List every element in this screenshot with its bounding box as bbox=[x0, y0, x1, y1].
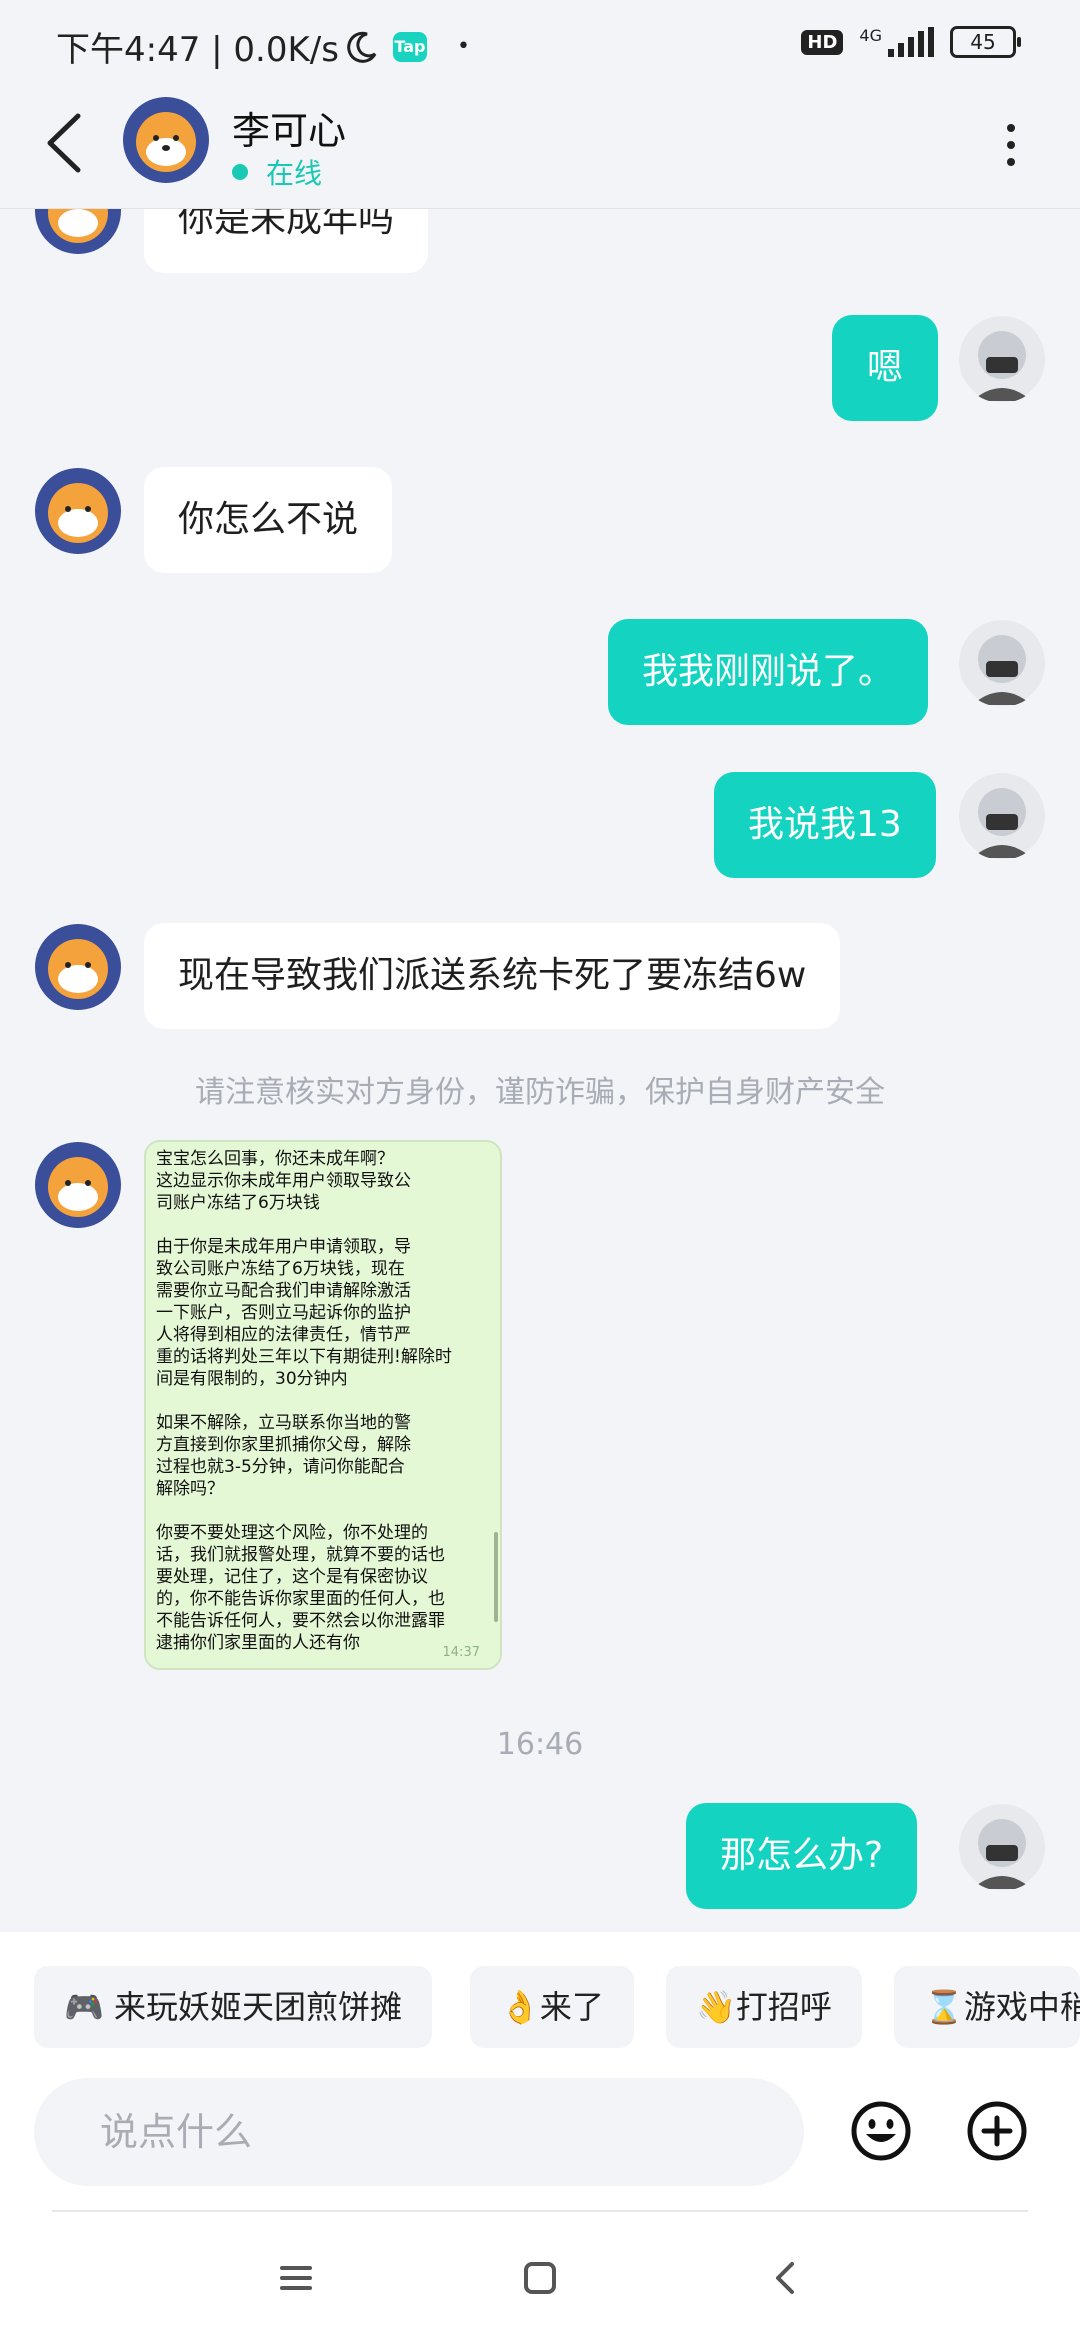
contact-avatar[interactable] bbox=[34, 923, 122, 1011]
status-right: HD 4G 45 bbox=[801, 26, 1021, 58]
message-bubble-outgoing[interactable]: 我我刚刚说了。 bbox=[608, 619, 929, 725]
message-bubble-incoming[interactable]: 你怎么不说 bbox=[144, 467, 393, 573]
contact-avatar[interactable] bbox=[34, 209, 122, 255]
contact-name: 李可心 bbox=[232, 109, 347, 153]
user-avatar[interactable] bbox=[958, 315, 1046, 403]
user-avatar[interactable] bbox=[958, 772, 1046, 860]
contact-avatar[interactable] bbox=[34, 467, 122, 555]
message-bubble-outgoing[interactable]: 我说我13 bbox=[714, 772, 936, 878]
image-message-text: 宝宝怎么回事，你还未成年啊？ 这边显示你未成年用户领取导致公 司账户冻结了6万块… bbox=[156, 1149, 452, 1653]
user-avatar[interactable] bbox=[958, 619, 1046, 707]
message-bubble-outgoing[interactable]: 嗯 bbox=[832, 315, 938, 421]
signal-icon bbox=[888, 27, 934, 57]
home-icon[interactable] bbox=[510, 2248, 570, 2308]
network-label: 4G bbox=[859, 26, 882, 45]
quick-reply-chip[interactable]: 🎮 来玩妖姬天团煎饼摊 bbox=[34, 1966, 433, 2048]
message-input[interactable]: 说点什么 bbox=[34, 2078, 804, 2186]
quick-reply-chip[interactable]: 👌来了 bbox=[470, 1966, 634, 2048]
message-bubble-outgoing[interactable]: 那怎么办? bbox=[686, 1803, 918, 1909]
battery-level: 45 bbox=[970, 30, 996, 54]
menu-icon[interactable] bbox=[266, 2248, 326, 2308]
quick-reply-chip[interactable]: ⌛游戏中稍 bbox=[894, 1966, 1080, 2048]
nav-back-icon[interactable] bbox=[756, 2248, 816, 2308]
contact-avatar[interactable] bbox=[34, 1141, 122, 1229]
emoji-icon[interactable] bbox=[850, 2100, 912, 2162]
online-dot-icon bbox=[232, 164, 248, 180]
status-time-net: 下午4:47 | 0.0K/s bbox=[56, 30, 339, 70]
image-message[interactable]: 宝宝怎么回事，你还未成年啊？ 这边显示你未成年用户领取导致公 司账户冻结了6万块… bbox=[144, 1140, 502, 1670]
chat-timestamp: 16:46 bbox=[496, 1727, 584, 1762]
safety-notice: 请注意核实对方身份，谨防诈骗，保护自身财产安全 bbox=[195, 1075, 885, 1110]
divider bbox=[52, 2210, 1028, 2212]
notification-dot: • bbox=[456, 34, 470, 59]
chat-area: 你是未成年吗 嗯 你怎么不说 我我刚刚说了。 我说我13 现在导致我们派送系统卡… bbox=[0, 209, 1080, 1931]
moon-icon bbox=[347, 31, 377, 63]
user-avatar[interactable] bbox=[958, 1803, 1046, 1891]
back-arrow-icon[interactable] bbox=[40, 112, 92, 174]
status-left: 下午4:47 | 0.0K/s Tap • bbox=[56, 22, 470, 71]
add-attachment-icon[interactable] bbox=[966, 2100, 1028, 2162]
online-status: 在线 bbox=[232, 152, 322, 192]
message-bubble-incoming[interactable]: 现在导致我们派送系统卡死了要冻结6w bbox=[144, 923, 841, 1029]
more-options-icon[interactable] bbox=[996, 120, 1026, 170]
contact-avatar[interactable] bbox=[122, 96, 210, 184]
image-scrollbar bbox=[494, 1532, 498, 1622]
taptap-icon: Tap bbox=[392, 31, 427, 62]
quick-reply-chip[interactable]: 👋打招呼 bbox=[666, 1966, 862, 2048]
image-message-time: 14:37 bbox=[442, 1645, 480, 1660]
hd-icon: HD bbox=[801, 29, 844, 55]
battery-icon: 45 bbox=[950, 26, 1021, 58]
message-bubble-incoming[interactable]: 你是未成年吗 bbox=[144, 209, 429, 273]
online-label: 在线 bbox=[266, 157, 323, 190]
